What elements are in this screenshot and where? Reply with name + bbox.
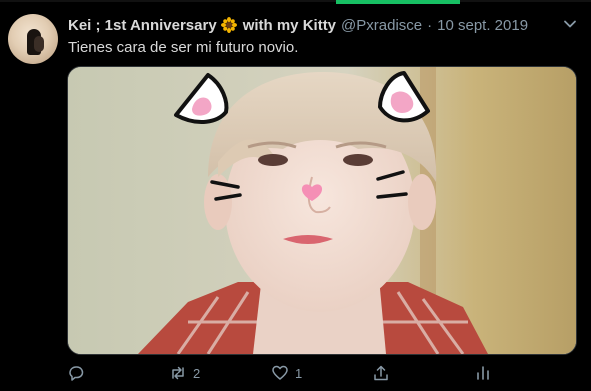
- tweet-header: Kei ; 1st Anniversary with my Kitty @Pxr…: [68, 15, 528, 35]
- display-name[interactable]: Kei ; 1st Anniversary: [68, 17, 217, 34]
- reply-button[interactable]: [67, 362, 85, 384]
- tweet-date[interactable]: 10 sept. 2019: [437, 17, 528, 34]
- like-button[interactable]: 1: [271, 362, 302, 384]
- user-handle[interactable]: @Pxradisce: [341, 17, 422, 34]
- avatar-figure-shadow: [34, 36, 44, 52]
- reply-icon: [69, 366, 84, 381]
- tweet-text: Tienes cara de ser mi futuro novio.: [68, 39, 299, 56]
- new-tweets-indicator: [336, 0, 460, 4]
- retweet-button[interactable]: 2: [169, 362, 200, 384]
- retweet-count: 2: [193, 365, 201, 381]
- photo-illustration: [68, 67, 576, 354]
- share-icon: [374, 365, 388, 381]
- tweet-media[interactable]: [67, 66, 577, 355]
- display-name-suffix[interactable]: with my Kitty: [243, 17, 336, 34]
- sunflower-icon: [220, 17, 237, 33]
- separator-dot: ·: [427, 16, 433, 34]
- chevron-down-icon[interactable]: [562, 16, 578, 32]
- avatar[interactable]: [8, 14, 58, 64]
- retweet-icon: [172, 366, 184, 380]
- analytics-icon: [477, 366, 489, 380]
- share-button[interactable]: [372, 362, 390, 384]
- analytics-button[interactable]: [474, 362, 492, 384]
- heart-icon: [272, 365, 288, 380]
- like-count: 1: [295, 365, 303, 381]
- top-border: [0, 0, 591, 2]
